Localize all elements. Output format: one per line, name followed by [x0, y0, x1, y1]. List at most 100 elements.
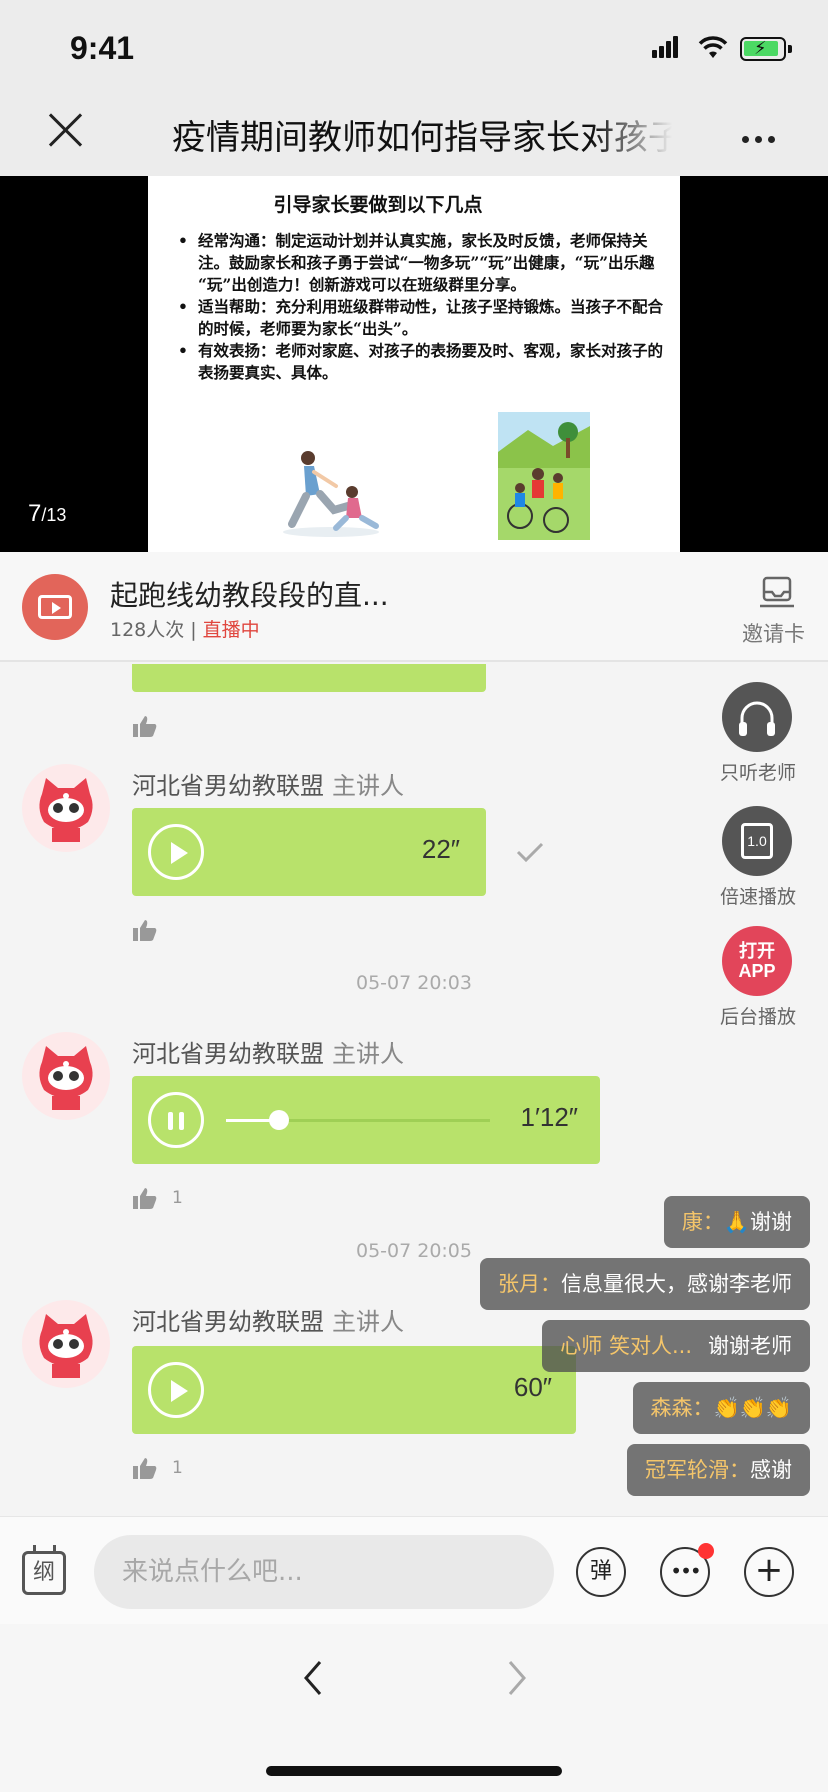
speaker-name-text: 河北省男幼教联盟: [132, 1308, 324, 1336]
danmaku-comment: 森森：👏👏👏: [632, 1382, 810, 1434]
danmaku-text: 信息量很大，感谢李老师: [561, 1272, 792, 1296]
open-app-line2: APP: [738, 961, 776, 981]
listen-teacher-only-label[interactable]: 只听老师: [702, 758, 814, 785]
speaker-name: 河北省男幼教联盟 主讲人: [132, 1302, 404, 1337]
status-time: 9:41: [70, 30, 135, 66]
wifi-icon: [698, 36, 728, 58]
stretching-illustration: [283, 451, 379, 537]
cat-avatar-icon: [39, 778, 93, 842]
message-input-bar: 纲 弹 ••• +: [0, 1516, 828, 1624]
danmaku-comment: 心师 笑对人... 谢谢老师: [542, 1320, 810, 1372]
listen-teacher-only-button[interactable]: [722, 682, 792, 752]
outline-calendar-button[interactable]: 纲: [22, 1545, 66, 1595]
speaker-role: 主讲人: [332, 1040, 404, 1068]
speaker-avatar[interactable]: [22, 1032, 110, 1120]
slide-bullet-list: 经常沟通：制定运动计划并认真实施，家长及时反馈，老师保持关注。鼓励家长和孩子勇于…: [176, 230, 666, 384]
speaker-role: 主讲人: [332, 1308, 404, 1336]
slide-page-counter: 7/13: [28, 500, 66, 528]
invite-card-icon[interactable]: [742, 574, 814, 614]
forward-arrow-icon[interactable]: [496, 1658, 536, 1698]
live-status: 直播中: [202, 619, 260, 641]
comments-button[interactable]: •••: [660, 1543, 714, 1597]
danmaku-user: 冠军轮滑：: [645, 1458, 750, 1482]
speaker-avatar[interactable]: [22, 1300, 110, 1388]
voice-duration: 60″: [513, 1372, 552, 1402]
pause-icon[interactable]: [148, 1092, 204, 1148]
home-indicator: [266, 1766, 562, 1776]
tv-play-icon: [38, 595, 72, 619]
family-cycling-illustration: [498, 412, 590, 540]
voice-progress-knob[interactable]: [268, 1110, 289, 1130]
browser-nav-bar: [0, 1624, 828, 1792]
like-icon[interactable]: [132, 1456, 158, 1480]
page-current: 7: [28, 500, 42, 527]
add-button[interactable]: +: [744, 1547, 794, 1597]
play-icon[interactable]: [148, 1362, 204, 1418]
speaker-name-text: 河北省男幼教联盟: [132, 1040, 324, 1068]
viewer-count: 128人次: [110, 619, 185, 641]
danmaku-comment: 冠军轮滑：感谢: [627, 1444, 810, 1496]
slide-bullet: 经常沟通：制定运动计划并认真实施，家长及时反馈，老师保持关注。鼓励家长和孩子勇于…: [176, 230, 666, 296]
voice-duration: 1′12″: [520, 1102, 578, 1132]
speed-playback-label[interactable]: 倍速播放: [702, 882, 814, 909]
message-input[interactable]: [94, 1535, 554, 1609]
speed-playback-button[interactable]: 1.0: [722, 806, 792, 876]
slide-viewer[interactable]: 引导家长要做到以下几点 经常沟通：制定运动计划并认真实施，家长及时反馈，老师保持…: [0, 176, 828, 552]
like-icon[interactable]: [132, 918, 158, 942]
cat-avatar-icon: [39, 1046, 93, 1110]
danmaku-text: 👏👏👏: [713, 1396, 792, 1420]
battery-icon: ⚡: [740, 37, 792, 61]
danmaku-text: 谢谢老师: [708, 1334, 792, 1358]
danmaku-user: 森森：: [650, 1396, 714, 1420]
danmaku-toggle-button[interactable]: 弹: [576, 1547, 626, 1597]
open-app-line1: 打开: [739, 941, 775, 961]
cellular-signal-icon: [652, 36, 680, 58]
background-play-label[interactable]: 后台播放: [702, 1002, 814, 1029]
danmaku-user: 张月：: [498, 1272, 561, 1296]
slide-title: 引导家长要做到以下几点: [273, 194, 483, 216]
cat-avatar-icon: [39, 1314, 93, 1378]
danmaku-user: 心师 笑对人...: [560, 1334, 692, 1358]
speed-icon: 1.0: [741, 823, 773, 859]
checkmark-icon: [516, 842, 544, 862]
message-timestamp: 05-07 20:03: [355, 972, 472, 994]
voice-duration: 22″: [421, 834, 460, 864]
invite-card-label[interactable]: 邀请卡: [742, 618, 805, 648]
chat-feed[interactable]: 河北省男幼教联盟 主讲人 22″ 05-07 20:03 河北省男幼教联盟 主讲人 …: [0, 664, 828, 1516]
close-button[interactable]: [44, 112, 86, 154]
danmaku-text: 🙏谢谢: [723, 1210, 792, 1234]
live-info-header: 起跑线幼教段段的直... 128人次 | 直播中 邀请卡: [0, 552, 828, 662]
headphones-icon: [739, 701, 775, 736]
top-bar: 9:41 ⚡ 疫情期间教师如何指导家长对孩子: [0, 0, 828, 176]
live-meta: 128人次 | 直播中: [110, 615, 260, 642]
danmaku-user: 康：: [681, 1210, 724, 1234]
voice-message-bubble[interactable]: 60″: [132, 1346, 576, 1434]
speed-value: 1.0: [747, 833, 767, 849]
play-icon[interactable]: [148, 824, 204, 880]
like-count: 1: [172, 1458, 183, 1478]
like-count: 1: [172, 1188, 183, 1208]
danmaku-comment: 张月：信息量很大，感谢李老师: [480, 1258, 810, 1310]
live-title[interactable]: 起跑线幼教段段的直...: [110, 574, 389, 614]
voice-message-bubble[interactable]: [132, 664, 486, 692]
back-arrow-icon[interactable]: [294, 1658, 334, 1698]
like-icon[interactable]: [132, 714, 158, 738]
chat-bubble-icon: •••: [670, 1559, 701, 1583]
open-app-button[interactable]: 打开 APP: [722, 926, 792, 996]
voice-progress-track[interactable]: [226, 1110, 490, 1130]
more-options-button[interactable]: [742, 128, 781, 147]
like-icon[interactable]: [132, 1186, 158, 1210]
page-title: 疫情期间教师如何指导家长对孩子: [172, 118, 672, 158]
danmaku-text: 感谢: [750, 1458, 792, 1482]
page-total: /13: [41, 505, 67, 525]
danmaku-comment: 康：🙏谢谢: [663, 1196, 810, 1248]
notification-dot: [698, 1543, 714, 1559]
voice-message-bubble[interactable]: 1′12″: [132, 1076, 600, 1164]
slide-bullet: 有效表扬：老师对家庭、对孩子的表扬要及时、客观，家长对孩子的表扬要真实、具体。: [176, 340, 666, 384]
live-channel-avatar[interactable]: [22, 574, 88, 640]
speaker-role: 主讲人: [332, 772, 404, 800]
voice-message-bubble[interactable]: 22″: [132, 808, 486, 896]
speaker-name: 河北省男幼教联盟 主讲人: [132, 1034, 404, 1069]
speaker-avatar[interactable]: [22, 764, 110, 852]
meta-separator: |: [190, 619, 197, 641]
